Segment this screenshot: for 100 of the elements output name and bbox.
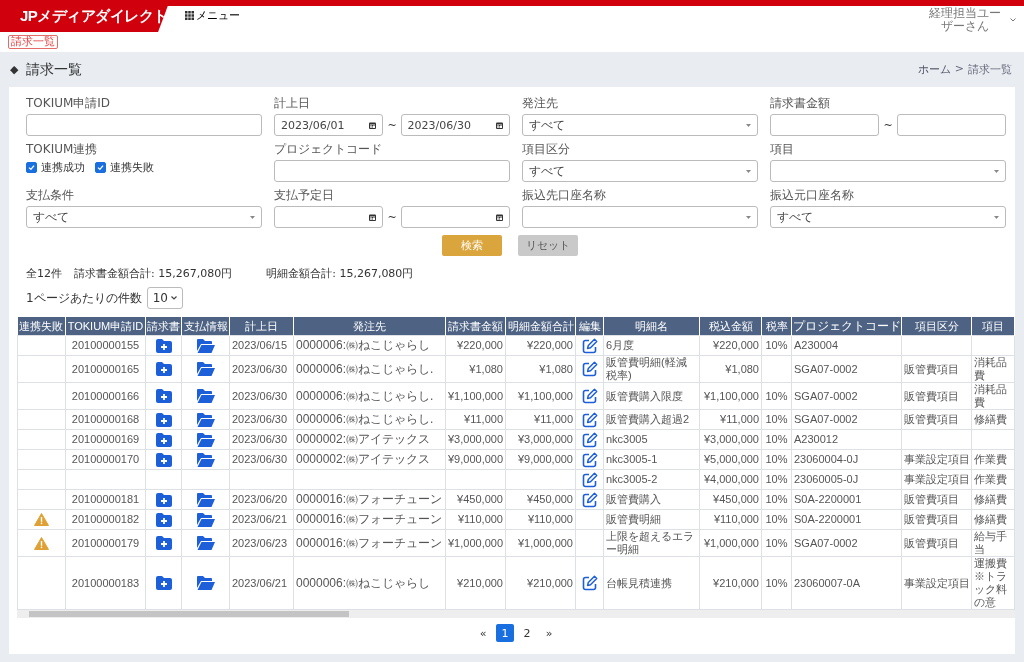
field-label: 項目区分 — [522, 143, 571, 156]
select-field[interactable]: すべて — [26, 206, 262, 228]
input-field[interactable] — [26, 114, 262, 136]
checkbox-label: 連携失敗 — [110, 160, 154, 175]
folder-open-icon[interactable] — [196, 362, 215, 377]
add-folder-icon[interactable] — [155, 432, 172, 447]
date-field[interactable]: 2023/06/01 — [274, 114, 384, 136]
edit-icon[interactable] — [581, 388, 598, 404]
add-folder-icon[interactable] — [155, 452, 172, 467]
field-label: 発注先 — [522, 97, 559, 110]
next-page-link[interactable]: » — [540, 624, 558, 642]
edit-icon[interactable] — [581, 491, 598, 508]
field-label: 項目 — [770, 143, 795, 156]
folder-open-icon[interactable] — [196, 412, 215, 427]
date-field[interactable]: 2023/06/30 — [400, 114, 510, 136]
table-cell: 0000006:㈱ねこじゃらし — [293, 556, 446, 610]
calendar-icon — [496, 121, 503, 129]
select-field[interactable]: すべて — [522, 114, 758, 136]
select-field[interactable] — [770, 160, 1006, 182]
caret-icon — [746, 123, 751, 127]
column-header[interactable]: 明細名 — [603, 317, 700, 336]
input-field[interactable] — [274, 160, 510, 182]
add-folder-icon[interactable] — [155, 389, 172, 404]
edit-icon[interactable] — [581, 451, 598, 468]
table-cell: ¥210,000 — [505, 556, 576, 610]
column-header[interactable]: 請求書 — [145, 317, 182, 336]
column-header[interactable]: 税込金額 — [699, 317, 762, 336]
date-field[interactable] — [274, 206, 384, 228]
table-cell: ¥220,000 — [445, 335, 506, 356]
input-field[interactable] — [896, 114, 1006, 136]
table-cell: ¥220,000 — [699, 335, 762, 356]
column-header[interactable]: 編集 — [575, 317, 604, 336]
table-cell: 10% — [761, 469, 792, 490]
caret-icon — [746, 169, 751, 173]
column-header[interactable]: プロジェクトコード — [791, 317, 902, 336]
add-folder-icon[interactable] — [155, 362, 172, 377]
page-title: 請求一覧 — [26, 60, 83, 79]
per-page-select[interactable]: 10 — [146, 287, 183, 309]
folder-open-icon[interactable] — [196, 536, 215, 551]
column-header[interactable]: 項目 — [971, 317, 1015, 336]
column-header[interactable]: 連携失敗 — [17, 317, 66, 336]
edit-icon[interactable] — [581, 431, 598, 448]
table-cell: 販管費項目 — [901, 529, 972, 557]
column-header[interactable]: 発注先 — [293, 317, 446, 336]
table-cell: S0A-2200001 — [791, 509, 902, 530]
folder-open-icon[interactable] — [196, 432, 215, 447]
add-folder-icon[interactable] — [155, 412, 172, 427]
field-label: 振込元口座名称 — [770, 189, 855, 202]
column-header[interactable]: 計上日 — [229, 317, 294, 336]
add-folder-icon[interactable] — [155, 536, 172, 551]
page-link[interactable]: 2 — [518, 624, 536, 642]
folder-open-icon[interactable] — [196, 492, 215, 507]
menu-button[interactable]: メニュー — [185, 5, 240, 25]
folder-open-icon[interactable] — [196, 389, 215, 404]
select-field[interactable] — [522, 206, 758, 228]
date-field[interactable] — [400, 206, 510, 228]
previous-page-link[interactable]: « — [474, 624, 492, 642]
breadcrumb-link[interactable]: ホーム — [917, 62, 951, 77]
edit-icon[interactable] — [581, 471, 598, 488]
edit-icon[interactable] — [581, 361, 598, 377]
calendar-icon — [369, 213, 377, 221]
calendar-icon — [496, 213, 503, 221]
input-field[interactable] — [770, 114, 880, 136]
edit-icon[interactable] — [581, 411, 598, 428]
table-cell: ¥1,100,000 — [699, 382, 762, 410]
field-label: TOKIUM申請ID — [26, 97, 112, 110]
horizontal-scrollbar[interactable] — [17, 610, 1015, 618]
add-folder-icon[interactable] — [155, 512, 172, 527]
field-label: 請求書金額 — [770, 97, 831, 110]
table-cell: 消耗品費 — [971, 355, 1015, 383]
edit-icon[interactable] — [581, 337, 598, 354]
table-cell: 10% — [761, 382, 792, 410]
add-folder-icon[interactable] — [155, 492, 172, 507]
checkbox[interactable] — [95, 162, 106, 173]
table-cell: 販管費項目 — [901, 509, 972, 530]
folder-open-icon[interactable] — [196, 338, 215, 353]
table-cell: ¥11,000 — [445, 409, 506, 430]
column-header[interactable]: TOKIUM申請ID — [65, 317, 146, 336]
table-cell: 10% — [761, 429, 792, 450]
folder-open-icon[interactable] — [196, 512, 215, 527]
checkbox[interactable] — [26, 162, 37, 173]
add-folder-icon[interactable] — [155, 576, 172, 591]
select-field[interactable]: すべて — [522, 160, 758, 182]
table-cell: ¥110,000 — [445, 509, 506, 530]
page-link[interactable]: 1 — [496, 624, 514, 642]
column-header[interactable]: 支払情報 — [181, 317, 230, 336]
folder-open-icon[interactable] — [196, 576, 215, 591]
caret-icon — [746, 215, 751, 219]
folder-open-icon[interactable] — [196, 452, 215, 467]
column-header[interactable]: 項目区分 — [901, 317, 972, 336]
edit-icon[interactable] — [581, 575, 598, 591]
column-header[interactable]: 明細金額合計 — [505, 317, 576, 336]
user-menu[interactable]: 経理担当ユーザーさん — [926, 7, 1024, 33]
add-folder-icon[interactable] — [155, 338, 172, 353]
table-cell: 0000006:㈱ねこじゃらし — [293, 335, 446, 356]
select-field[interactable]: すべて — [770, 206, 1006, 228]
table-cell: ¥1,000,000 — [505, 529, 576, 557]
reset-button[interactable]: リセット — [518, 235, 578, 256]
column-header[interactable]: 税率 — [761, 317, 792, 336]
column-header[interactable]: 請求書金額 — [445, 317, 506, 336]
